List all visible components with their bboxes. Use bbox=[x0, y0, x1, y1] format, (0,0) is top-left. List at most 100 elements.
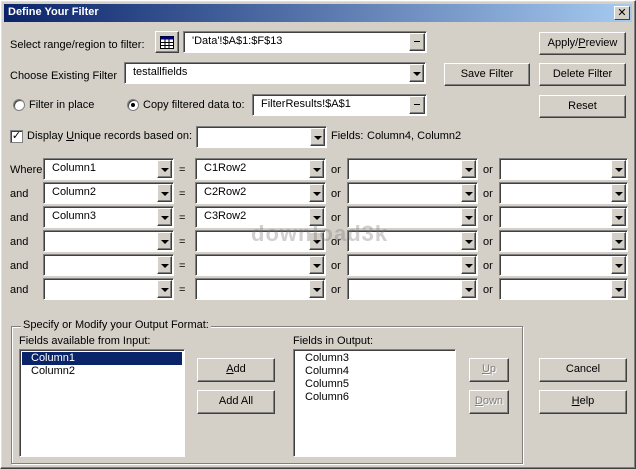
add-button[interactable]: Add bbox=[197, 358, 275, 382]
criteria-value-select[interactable]: C2Row2 bbox=[195, 182, 326, 204]
window-title: Define Your Filter bbox=[8, 6, 99, 18]
copy-to-input[interactable]: FilterResults!$A$1 bbox=[252, 94, 427, 116]
criteria-select-value: Column1 bbox=[52, 162, 97, 174]
unique-fields-select[interactable] bbox=[196, 126, 327, 148]
range-input[interactable]: 'Data'!$A$1:$F$13 bbox=[183, 31, 427, 53]
reset-button[interactable]: Reset bbox=[539, 95, 626, 118]
criteria-value-select[interactable]: C1Row2 bbox=[195, 158, 326, 180]
criteria-conjunction: and bbox=[10, 212, 29, 224]
browse-icon[interactable] bbox=[409, 96, 425, 114]
unique-checkbox[interactable]: ✓ bbox=[10, 130, 23, 143]
chevron-down-icon[interactable] bbox=[611, 280, 626, 298]
save-filter-button[interactable]: Save Filter bbox=[444, 63, 530, 86]
chevron-down-icon[interactable] bbox=[157, 160, 172, 178]
chevron-down-icon[interactable] bbox=[461, 232, 476, 250]
chevron-down-icon[interactable] bbox=[309, 160, 324, 178]
chevron-down-icon[interactable] bbox=[309, 184, 324, 202]
chevron-down-icon[interactable] bbox=[461, 160, 476, 178]
criteria-field-select[interactable]: Column2 bbox=[43, 182, 174, 204]
criteria-value-select[interactable] bbox=[195, 278, 326, 300]
fields-in-output-list[interactable]: Column3 Column4 Column5 Column6 bbox=[293, 349, 456, 457]
available-fields-label: Fields available from Input: bbox=[19, 335, 151, 347]
chevron-down-icon[interactable] bbox=[611, 160, 626, 178]
apply-preview-button[interactable]: Apply/Preview bbox=[539, 32, 626, 55]
criteria-field-select[interactable] bbox=[43, 230, 174, 252]
criteria-value-select[interactable] bbox=[499, 182, 628, 204]
fields-label: Fields: bbox=[331, 130, 364, 142]
output-field-item[interactable]: Column6 bbox=[296, 391, 453, 404]
chevron-down-icon[interactable] bbox=[461, 280, 476, 298]
down-button[interactable]: Down bbox=[469, 390, 509, 414]
criteria-select-value: Column3 bbox=[52, 210, 97, 222]
chevron-down-icon[interactable] bbox=[461, 184, 476, 202]
help-button[interactable]: Help bbox=[539, 390, 627, 414]
or-label: or bbox=[331, 260, 341, 272]
browse-icon[interactable] bbox=[409, 33, 425, 51]
output-field-item[interactable]: Column4 bbox=[296, 365, 453, 378]
criteria-value-select[interactable] bbox=[347, 158, 478, 180]
output-field-item[interactable]: Column5 bbox=[296, 378, 453, 391]
close-button[interactable]: ✕ bbox=[614, 6, 630, 20]
chevron-down-icon[interactable] bbox=[157, 184, 172, 202]
range-picker-button[interactable] bbox=[155, 31, 179, 53]
or-label: or bbox=[483, 236, 493, 248]
cancel-button[interactable]: Cancel bbox=[539, 358, 627, 382]
criteria-select-value: C3Row2 bbox=[204, 210, 247, 222]
chevron-down-icon[interactable] bbox=[157, 232, 172, 250]
filter-in-place-radio[interactable] bbox=[13, 99, 25, 111]
filter-in-place-label: Filter in place bbox=[29, 99, 95, 111]
add-all-button[interactable]: Add All bbox=[197, 390, 275, 414]
fields-value: Column4, Column2 bbox=[367, 130, 462, 142]
grid-icon bbox=[160, 36, 174, 49]
or-label: or bbox=[483, 212, 493, 224]
equals-sign: = bbox=[179, 164, 186, 176]
chevron-down-icon[interactable] bbox=[461, 208, 476, 226]
available-field-item[interactable]: Column2 bbox=[22, 365, 182, 378]
or-label: or bbox=[331, 164, 341, 176]
chevron-down-icon[interactable] bbox=[611, 184, 626, 202]
criteria-value-select[interactable] bbox=[195, 254, 326, 276]
chevron-down-icon[interactable] bbox=[461, 256, 476, 274]
criteria-value-select[interactable] bbox=[347, 182, 478, 204]
available-field-item[interactable]: Column1 bbox=[22, 352, 182, 365]
or-label: or bbox=[331, 284, 341, 296]
existing-filter-select[interactable]: testallfields bbox=[124, 62, 426, 84]
copy-to-radio[interactable] bbox=[127, 99, 139, 111]
chevron-down-icon[interactable] bbox=[157, 208, 172, 226]
chevron-down-icon[interactable] bbox=[611, 232, 626, 250]
up-button[interactable]: Up bbox=[469, 358, 509, 382]
criteria-select-value: Column2 bbox=[52, 186, 97, 198]
or-label: or bbox=[483, 284, 493, 296]
criteria-value-select[interactable] bbox=[499, 278, 628, 300]
delete-filter-button[interactable]: Delete Filter bbox=[539, 63, 626, 86]
equals-sign: = bbox=[179, 188, 186, 200]
criteria-value-select[interactable] bbox=[347, 278, 478, 300]
range-input-value: 'Data'!$A$1:$F$13 bbox=[192, 35, 283, 47]
equals-sign: = bbox=[179, 212, 186, 224]
criteria-field-select[interactable]: Column3 bbox=[43, 206, 174, 228]
criteria-value-select[interactable] bbox=[499, 254, 628, 276]
criteria-value-select[interactable] bbox=[499, 158, 628, 180]
chevron-down-icon[interactable] bbox=[157, 256, 172, 274]
criteria-conjunction: Where bbox=[10, 164, 43, 176]
criteria-value-select[interactable] bbox=[499, 206, 628, 228]
chevron-down-icon[interactable] bbox=[309, 280, 324, 298]
chevron-down-icon[interactable] bbox=[611, 208, 626, 226]
criteria-field-select[interactable]: Column1 bbox=[43, 158, 174, 180]
available-fields-list[interactable]: Column1 Column2 bbox=[19, 349, 185, 457]
criteria-conjunction: and bbox=[10, 188, 29, 200]
chevron-down-icon[interactable] bbox=[309, 256, 324, 274]
equals-sign: = bbox=[179, 284, 186, 296]
chevron-down-icon[interactable] bbox=[310, 128, 325, 146]
criteria-field-select[interactable] bbox=[43, 278, 174, 300]
chevron-down-icon[interactable] bbox=[157, 280, 172, 298]
title-bar: Define Your Filter ✕ bbox=[4, 4, 632, 22]
criteria-value-select[interactable] bbox=[499, 230, 628, 252]
criteria-value-select[interactable] bbox=[347, 254, 478, 276]
watermark: download3k bbox=[251, 221, 389, 246]
copy-to-value: FilterResults!$A$1 bbox=[261, 98, 351, 110]
criteria-field-select[interactable] bbox=[43, 254, 174, 276]
chevron-down-icon[interactable] bbox=[611, 256, 626, 274]
chevron-down-icon[interactable] bbox=[409, 64, 424, 82]
output-field-item[interactable]: Column3 bbox=[296, 352, 453, 365]
